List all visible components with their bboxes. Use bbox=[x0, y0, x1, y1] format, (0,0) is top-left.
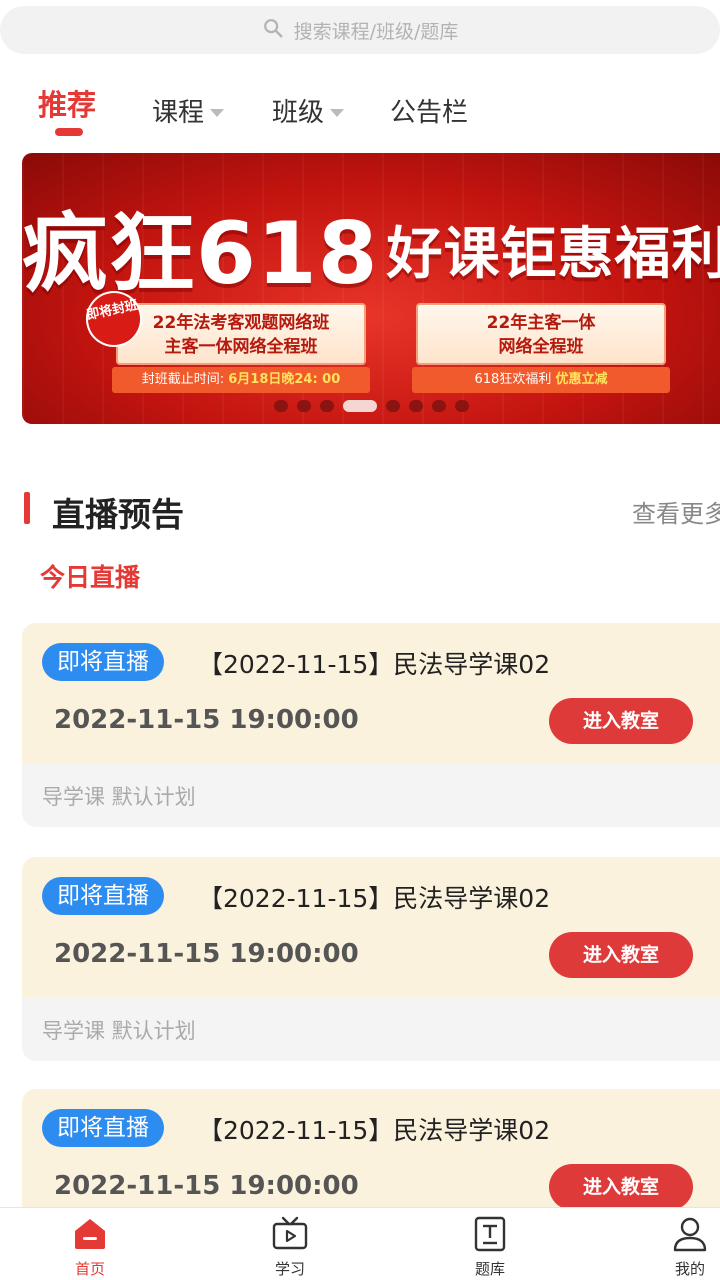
enter-classroom-button[interactable]: 进入教室 bbox=[549, 698, 693, 744]
tab-classes[interactable]: 班级 bbox=[272, 92, 345, 129]
live-status-badge: 即将直播 bbox=[42, 643, 164, 681]
home-icon bbox=[75, 1219, 105, 1249]
tab-recommend[interactable]: 推荐 bbox=[38, 82, 96, 124]
live-time: 2022-11-15 19:00:00 bbox=[54, 705, 359, 735]
carousel-dot[interactable] bbox=[431, 400, 446, 412]
banner-card-footer: 618狂欢福利 优惠立减 bbox=[412, 367, 670, 393]
carousel-dot-active[interactable] bbox=[342, 400, 377, 412]
tab-courses[interactable]: 课程 bbox=[152, 92, 225, 129]
search-bar[interactable]: 搜索课程/班级/题库 bbox=[0, 6, 720, 54]
question-bank-icon bbox=[474, 1216, 506, 1252]
search-icon bbox=[262, 17, 284, 43]
tab-active-indicator bbox=[55, 128, 83, 136]
live-status-badge: 即将直播 bbox=[42, 1109, 164, 1147]
user-icon bbox=[673, 1217, 707, 1252]
live-time: 2022-11-15 19:00:00 bbox=[54, 939, 359, 969]
carousel-dot[interactable] bbox=[273, 400, 288, 412]
carousel-dot[interactable] bbox=[408, 400, 423, 412]
enter-classroom-button[interactable]: 进入教室 bbox=[549, 932, 693, 978]
tab-notice-board[interactable]: 公告栏 bbox=[390, 92, 468, 129]
nav-question-bank[interactable]: 题库 bbox=[445, 1214, 535, 1279]
live-title: 【2022-11-15】民法导学课02 bbox=[198, 884, 551, 913]
live-meta: 导学课 默认计划 bbox=[42, 1019, 196, 1043]
nav-home[interactable]: 首页 bbox=[45, 1214, 135, 1279]
view-more-link[interactable]: 查看更多 bbox=[632, 494, 720, 529]
today-live-label: 今日直播 bbox=[40, 563, 141, 592]
banner-course-card: 22年主客一体 网络全程班 618狂欢福利 优惠立减 bbox=[412, 303, 670, 393]
carousel-indicator bbox=[22, 400, 720, 412]
live-time: 2022-11-15 19:00:00 bbox=[54, 1171, 359, 1201]
bottom-nav: 首页 学习 题库 我的 bbox=[0, 1207, 720, 1280]
live-meta: 导学课 默认计划 bbox=[42, 785, 196, 809]
banner-headline: 疯狂618 好课钜惠福利 bbox=[22, 204, 720, 304]
carousel-dot[interactable] bbox=[319, 400, 334, 412]
carousel-dot[interactable] bbox=[385, 400, 400, 412]
live-title: 【2022-11-15】民法导学课02 bbox=[198, 650, 551, 679]
live-title: 【2022-11-15】民法导学课02 bbox=[198, 1116, 551, 1145]
nav-mine[interactable]: 我的 bbox=[645, 1214, 720, 1279]
banner-course-card: 22年法考客观题网络班 主客一体网络全程班 封班截止时间: 6月18日晚24: … bbox=[112, 303, 370, 393]
caret-down-icon bbox=[210, 108, 225, 117]
nav-study[interactable]: 学习 bbox=[245, 1214, 335, 1279]
enter-classroom-button[interactable]: 进入教室 bbox=[549, 1164, 693, 1210]
live-card[interactable]: 即将直播 【2022-11-15】民法导学课02 2022-11-15 19:0… bbox=[22, 857, 720, 1061]
section-accent-bar bbox=[24, 492, 30, 524]
live-status-badge: 即将直播 bbox=[42, 877, 164, 915]
caret-down-icon bbox=[330, 108, 345, 117]
live-card[interactable]: 即将直播 【2022-11-15】民法导学课02 2022-11-15 19:0… bbox=[22, 623, 720, 827]
carousel-dot[interactable] bbox=[296, 400, 311, 412]
banner-card-footer: 封班截止时间: 6月18日晚24: 00 bbox=[112, 367, 370, 393]
promo-banner[interactable]: 疯狂618 好课钜惠福利 22年法考客观题网络班 主客一体网络全程班 封班截止时间… bbox=[22, 153, 720, 424]
search-placeholder: 搜索课程/班级/题库 bbox=[293, 20, 459, 43]
carousel-dot[interactable] bbox=[454, 400, 469, 412]
tv-play-icon bbox=[272, 1216, 308, 1250]
category-tabs: 推荐 课程 班级 公告栏 bbox=[0, 78, 720, 148]
section-title: 直播预告 bbox=[52, 495, 184, 534]
